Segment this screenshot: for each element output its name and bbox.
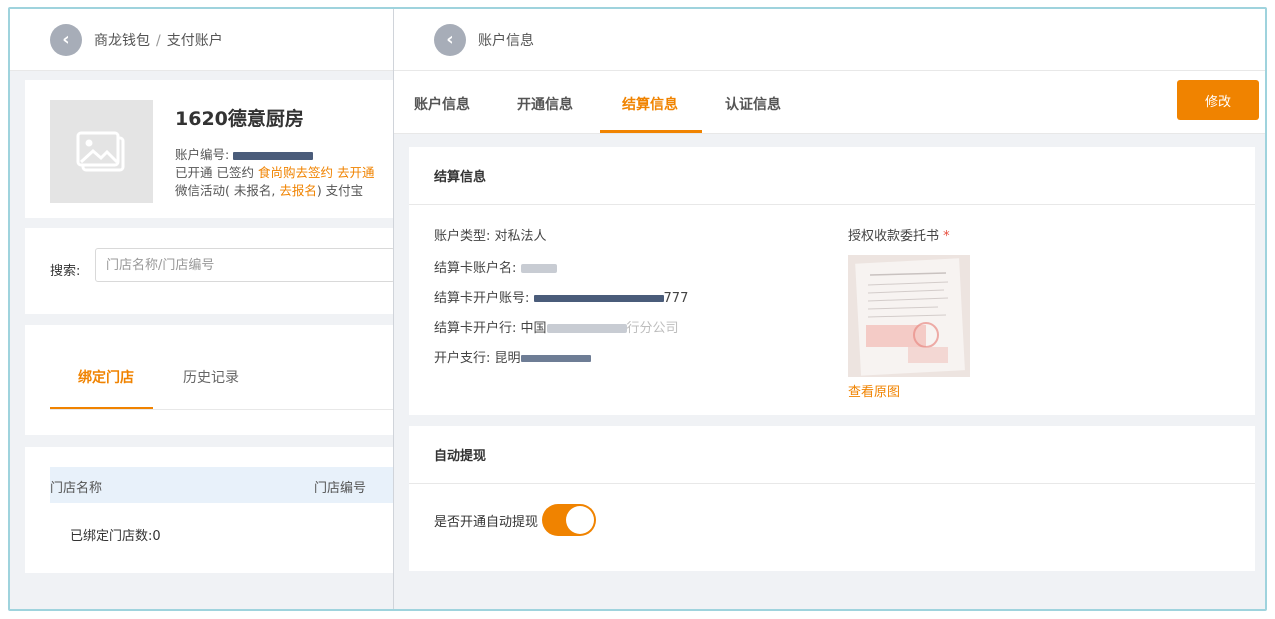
card-bank-head: 中国 xyxy=(520,321,547,336)
alipay-text: ) 支付宝 xyxy=(316,183,364,198)
status-text: 已开通 已签约 xyxy=(175,165,254,180)
card-account-name-label: 结算卡账户名: xyxy=(434,261,517,276)
breadcrumb-root[interactable]: 商龙钱包 xyxy=(94,33,150,49)
account-profile-card: 1620德意厨房 账户编号: 已开通 已签约 食尚购去签约 去开通 微信活动( … xyxy=(25,80,393,218)
edit-button[interactable]: 修改 xyxy=(1177,80,1259,120)
left-header: ‹ 商龙钱包 / 支付账户 xyxy=(10,9,393,71)
settlement-heading: 结算信息 xyxy=(409,147,1255,205)
masked-bank-name xyxy=(546,324,627,333)
left-tabs-card: 绑定门店 历史记录 xyxy=(25,325,393,435)
masked-card-name xyxy=(520,264,557,273)
document-photo-icon xyxy=(848,255,970,377)
breadcrumb-current: 支付账户 xyxy=(166,32,223,49)
search-card: 搜索: xyxy=(25,228,395,314)
shop-name: 1620德意厨房 xyxy=(175,108,304,130)
open-link[interactable]: 去开通 xyxy=(337,165,375,180)
tab-auth-info[interactable]: 认证信息 xyxy=(725,94,781,114)
active-tab-indicator xyxy=(600,130,702,133)
column-store-number: 门店编号 xyxy=(314,481,367,496)
card-account-number: 结算卡开户账号: 777 xyxy=(434,287,688,306)
drawer-header: ‹ 账户信息 xyxy=(394,9,1265,71)
wechat-activity-line: 微信活动( 未报名, 去报名) 支付宝 xyxy=(175,180,363,199)
card-bank-tail: 行分公司 xyxy=(626,321,679,336)
drawer-tabbar: 账户信息 开通信息 结算信息 认证信息 修改 xyxy=(394,71,1265,134)
status-line: 已开通 已签约 食尚购去签约 去开通 xyxy=(175,162,374,181)
table-header: 门店名称 门店编号 xyxy=(50,467,393,503)
tab-bound-stores[interactable]: 绑定门店 xyxy=(78,367,134,387)
card-number-tail: 777 xyxy=(663,291,689,306)
chevron-left-icon: ‹ xyxy=(62,29,70,50)
account-number-line: 账户编号: xyxy=(175,144,314,163)
auto-withdraw-row: 是否开通自动提现 xyxy=(434,504,597,536)
app-frame: ‹ 商龙钱包 / 支付账户 1620德意厨房 账户编号: 已开通 已签约 食尚购去签… xyxy=(8,7,1267,611)
authorization-letter-text: 授权收款委托书 xyxy=(848,229,940,244)
auto-withdraw-toggle[interactable] xyxy=(542,504,597,536)
card-number-label: 结算卡开户账号: xyxy=(434,291,530,306)
drawer-title: 账户信息 xyxy=(478,32,534,49)
branch-bank-head: 昆明 xyxy=(494,351,521,366)
view-original-link[interactable]: 查看原图 xyxy=(848,381,900,400)
active-tab-indicator xyxy=(50,407,153,409)
tab-history[interactable]: 历史记录 xyxy=(183,367,239,387)
breadcrumb: 商龙钱包 / 支付账户 xyxy=(94,30,223,50)
toggle-knob xyxy=(566,506,595,534)
image-placeholder-icon xyxy=(76,131,124,171)
shop-image-placeholder xyxy=(50,100,153,203)
chevron-left-icon: ‹ xyxy=(446,29,454,50)
masked-card-number xyxy=(533,295,664,302)
required-mark: * xyxy=(943,229,950,244)
card-account-name: 结算卡账户名: xyxy=(434,257,557,276)
breadcrumb-separator: / xyxy=(156,32,161,49)
authorization-letter-label: 授权收款委托书 * xyxy=(848,225,950,244)
search-label: 搜索: xyxy=(50,264,81,279)
auto-withdraw-heading: 自动提现 xyxy=(409,426,1255,484)
sign-link[interactable]: 食尚购去签约 xyxy=(258,165,333,180)
drawer-back-button[interactable]: ‹ xyxy=(434,23,466,56)
settlement-section: 结算信息 账户类型: 对私法人 结算卡账户名: 结算卡开户账号: 777 结算卡… xyxy=(409,147,1255,415)
card-bank: 结算卡开户行: 中国 行分公司 xyxy=(434,317,679,336)
store-table: 门店名称 门店编号 已绑定门店数:0 xyxy=(25,447,393,573)
register-link[interactable]: 去报名 xyxy=(279,183,317,198)
account-info-drawer: ‹ 账户信息 账户信息 开通信息 结算信息 认证信息 修改 结算信息 账户类型:… xyxy=(393,9,1265,609)
branch-bank-label: 开户支行: xyxy=(434,351,491,366)
wechat-activity-text: 微信活动( 未报名, xyxy=(175,183,276,198)
account-number-label: 账户编号: xyxy=(175,147,230,162)
tab-settlement-info[interactable]: 结算信息 xyxy=(622,94,678,114)
card-bank-label: 结算卡开户行: xyxy=(434,321,517,336)
auto-withdraw-section: 自动提现 是否开通自动提现 xyxy=(409,426,1255,571)
account-type: 账户类型: 对私法人 xyxy=(434,229,547,244)
tab-open-info[interactable]: 开通信息 xyxy=(517,94,573,114)
auto-withdraw-label: 是否开通自动提现 xyxy=(434,514,539,530)
bound-store-count: 已绑定门店数:0 xyxy=(70,529,161,544)
branch-bank: 开户支行: 昆明 xyxy=(434,347,591,366)
tab-account-info[interactable]: 账户信息 xyxy=(414,94,470,114)
masked-branch-name xyxy=(520,355,591,362)
column-store-name: 门店名称 xyxy=(50,481,103,496)
back-button[interactable]: ‹ xyxy=(50,23,82,56)
masked-account-number xyxy=(233,151,314,160)
tab-divider xyxy=(50,409,393,410)
store-search-input[interactable] xyxy=(95,248,395,282)
authorization-letter-image[interactable] xyxy=(848,255,970,377)
